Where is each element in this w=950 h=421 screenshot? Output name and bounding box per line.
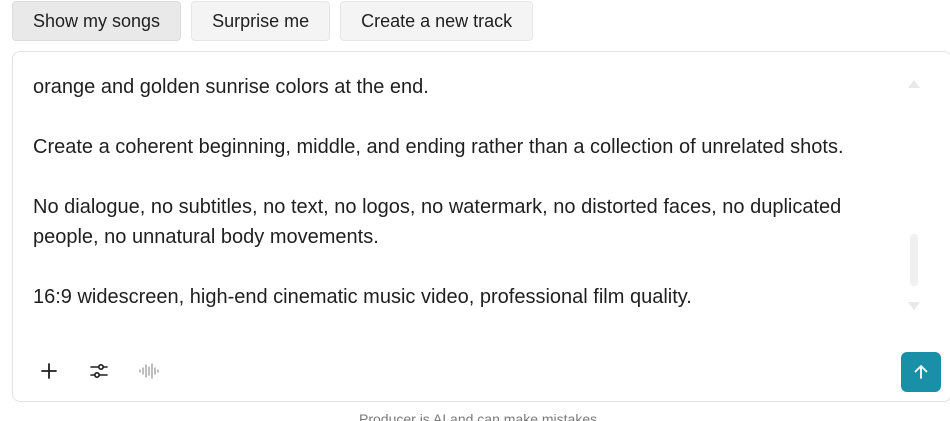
show-my-songs-chip[interactable]: Show my songs (12, 1, 182, 41)
prompt-composer: orange and golden sunrise colors at the … (12, 51, 950, 402)
scroll-down-arrow-icon[interactable] (908, 302, 920, 310)
textarea-scrollbar[interactable] (907, 74, 921, 310)
waveform-icon (139, 363, 159, 379)
chat-page: Show my songs Surprise me Create a new t… (0, 0, 950, 421)
plus-icon (41, 363, 57, 379)
scroll-thumb[interactable] (910, 234, 918, 286)
add-attachment-button[interactable] (35, 357, 63, 385)
create-new-track-chip[interactable]: Create a new track (340, 1, 534, 41)
scroll-up-arrow-icon[interactable] (908, 80, 920, 88)
suggestion-chips: Show my songs Surprise me Create a new t… (12, 1, 534, 41)
voice-input-button[interactable] (135, 357, 163, 385)
prompt-paragraph: No dialogue, no subtitles, no text, no l… (33, 196, 842, 248)
arrow-up-icon (914, 365, 928, 379)
prompt-textarea[interactable]: orange and golden sunrise colors at the … (33, 72, 893, 332)
prompt-paragraph: orange and golden sunrise colors at the … (33, 76, 429, 98)
tune-icon (90, 364, 108, 379)
prompt-paragraph: 16:9 widescreen, high-end cinematic musi… (33, 286, 692, 308)
surprise-me-chip[interactable]: Surprise me (191, 1, 331, 41)
ai-disclaimer: Producer is AI and can make mistakes. (359, 411, 601, 421)
send-button[interactable] (901, 352, 941, 392)
prompt-paragraph: Create a coherent beginning, middle, and… (33, 136, 844, 158)
settings-tune-button[interactable] (85, 357, 113, 385)
